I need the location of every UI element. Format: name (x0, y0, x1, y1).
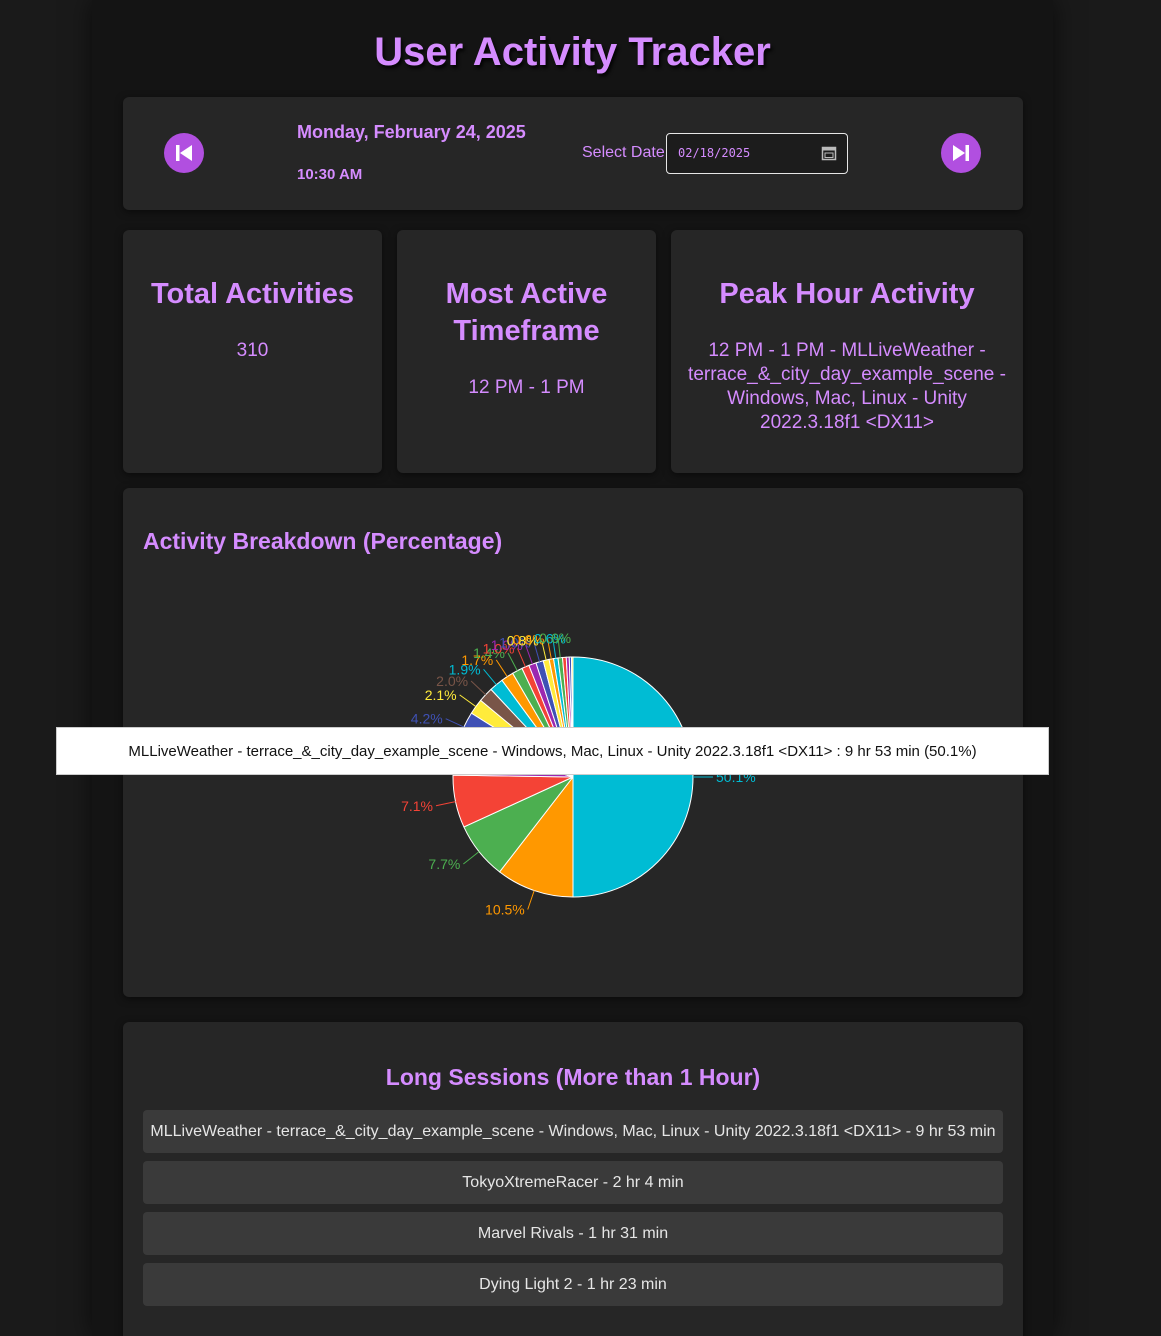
pie-label-line (470, 680, 487, 696)
pie-data-label: 7.7% (428, 856, 460, 872)
pie-data-label: 10.5% (485, 901, 525, 917)
previous-day-button[interactable] (164, 133, 204, 173)
chart-tooltip: MLLiveWeather - terrace_&_city_day_examp… (56, 727, 1049, 775)
pie-label-line (495, 659, 508, 677)
skip-previous-icon (176, 145, 192, 161)
current-time: 10:30 AM (297, 166, 363, 183)
calendar-icon[interactable] (821, 145, 837, 161)
date-picker-input[interactable]: 02/18/2025 (666, 133, 848, 174)
long-sessions-card: Long Sessions (More than 1 Hour) MLLiveW… (123, 1022, 1023, 1336)
select-date-label: Select Date: (582, 144, 670, 161)
skip-next-icon (953, 145, 969, 161)
total-activities-card: Total Activities 310 (123, 230, 382, 473)
pie-label-line (527, 890, 535, 910)
pie-label-line (445, 718, 465, 728)
page-container: User Activity Tracker Monday, February 2… (92, 0, 1053, 1336)
next-day-button[interactable] (941, 133, 981, 173)
total-activities-value: 310 (236, 340, 269, 361)
pie-slice[interactable] (572, 656, 694, 898)
total-activities-label: Total Activities (150, 278, 355, 310)
most-active-timeframe-card: Most Active Timeframe 12 PM - 1 PM (397, 230, 656, 473)
pie-label-line (435, 801, 456, 807)
long-sessions-list: MLLiveWeather - terrace_&_city_day_examp… (143, 1110, 1003, 1314)
session-item: MLLiveWeather - terrace_&_city_day_examp… (143, 1110, 1003, 1153)
session-item: TokyoXtremeRacer - 2 hr 4 min (143, 1161, 1003, 1204)
most-active-timeframe-label: Most Active Timeframe (445, 278, 608, 347)
peak-hour-activity-label: Peak Hour Activity (719, 278, 975, 310)
pie-data-label: 2.1% (425, 687, 457, 703)
peak-hour-activity-card: Peak Hour Activity 12 PM - 1 PM - MLLive… (671, 230, 1023, 473)
most-active-timeframe-value: 12 PM - 1 PM (468, 377, 585, 398)
pie-label-line (463, 851, 480, 865)
session-item: Dying Light 2 - 1 hr 23 min (143, 1263, 1003, 1306)
pie-data-label: 0.6% (539, 630, 571, 646)
date-navigation: Monday, February 24, 2025 10:30 AM Selec… (123, 97, 1023, 210)
date-picker-value: 02/18/2025 (678, 146, 751, 160)
page-title: User Activity Tracker (374, 30, 771, 74)
peak-hour-activity-value: 12 PM - 1 PM - MLLiveWeather - terrace_&… (688, 340, 1006, 433)
pie-data-label: 7.1% (401, 798, 433, 814)
pie-data-label: 4.2% (411, 711, 443, 727)
session-item: Marvel Rivals - 1 hr 31 min (143, 1212, 1003, 1255)
current-date: Monday, February 24, 2025 (297, 122, 526, 142)
pie-label-line (459, 694, 477, 707)
long-sessions-title: Long Sessions (More than 1 Hour) (385, 1064, 761, 1090)
pie-label-line (483, 668, 497, 685)
